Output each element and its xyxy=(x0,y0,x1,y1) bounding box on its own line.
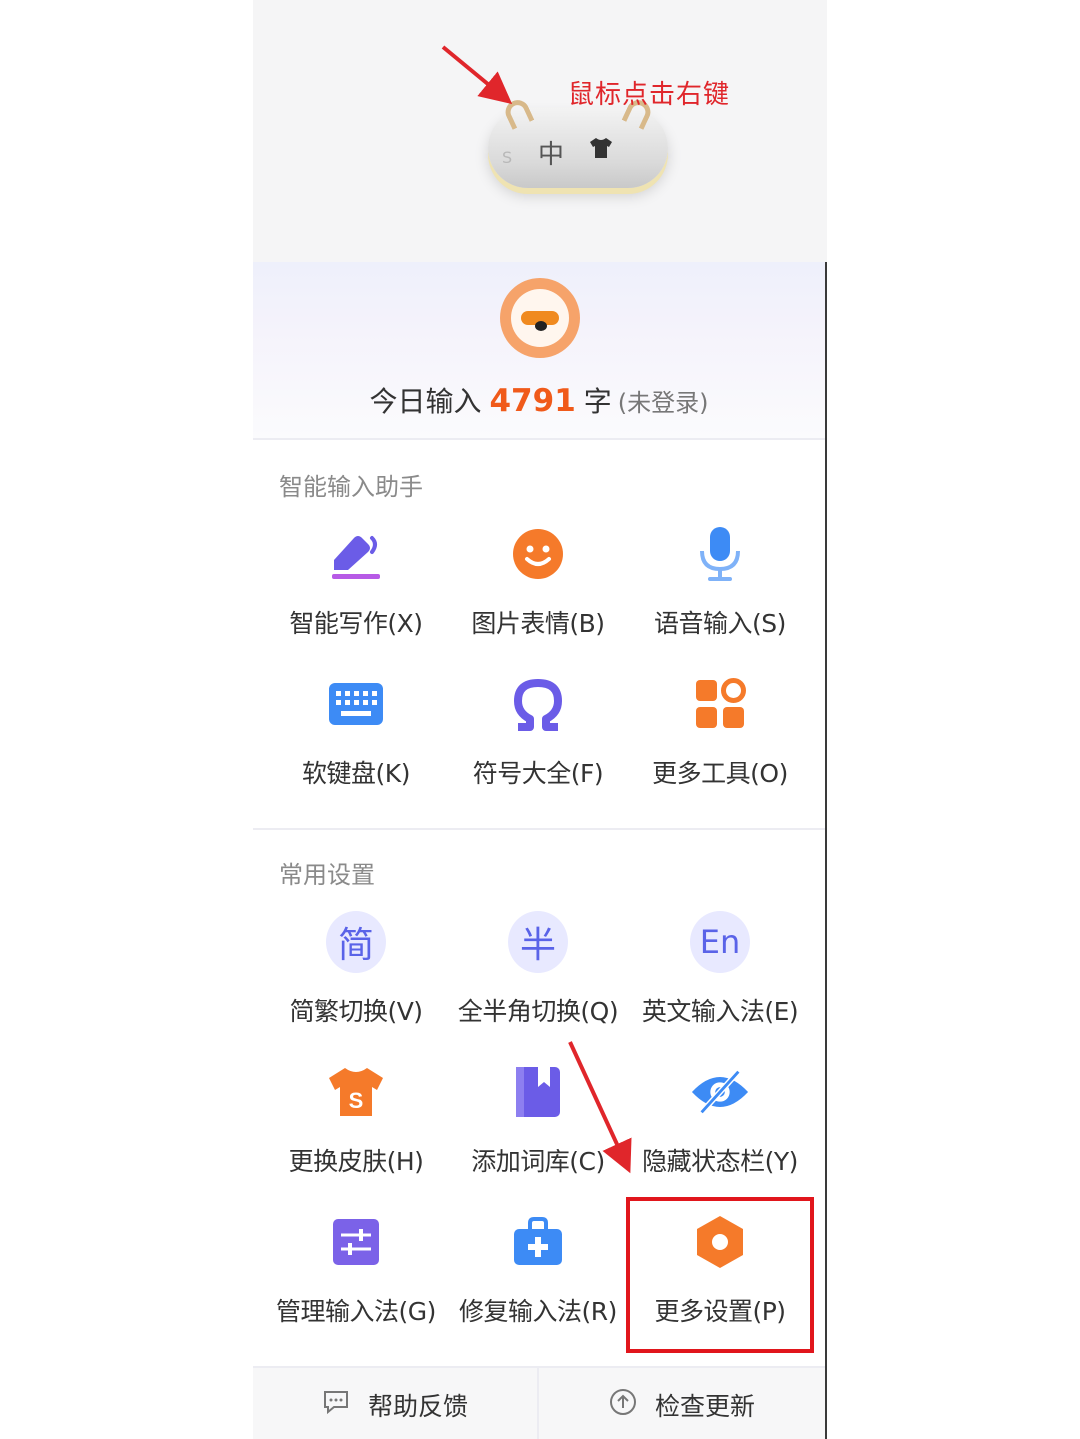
menu-item-english-input[interactable]: En 英文输入法(E) xyxy=(625,911,815,1042)
microphone-icon xyxy=(690,524,750,584)
today-count: 4791 xyxy=(489,383,576,419)
menu-item-full-half-width[interactable]: 半 全半角切换(Q) xyxy=(443,911,633,1042)
help-feedback-label: 帮助反馈 xyxy=(367,1391,468,1421)
smiley-icon xyxy=(508,524,568,584)
upload-circle-icon xyxy=(609,1388,637,1422)
omega-icon xyxy=(508,674,568,734)
menu-item-manage-ime[interactable]: 管理输入法(G) xyxy=(261,1212,451,1342)
manage-sliders-icon xyxy=(326,1212,386,1272)
menu-item-symbols[interactable]: 符号大全(F) xyxy=(443,674,633,804)
dictionary-icon xyxy=(508,1062,568,1122)
avatar[interactable] xyxy=(500,278,580,358)
menu-item-label: 图片表情(B) xyxy=(471,609,605,638)
menu-item-simplified-traditional[interactable]: 简 简繁切换(V) xyxy=(261,911,451,1042)
check-update-label: 检查更新 xyxy=(654,1391,755,1421)
today-unit: 字 xyxy=(583,385,612,418)
menu-item-label: 英文输入法(E) xyxy=(641,997,799,1026)
menu-item-label: 修复输入法(R) xyxy=(459,1297,617,1326)
menu-item-voice-input[interactable]: 语音输入(S) xyxy=(625,524,815,654)
simplified-icon: 简 xyxy=(326,911,386,973)
menu-item-label: 添加词库(C) xyxy=(471,1147,605,1176)
menu-item-label: 更换皮肤(H) xyxy=(288,1147,424,1176)
skin-tshirt-icon: S xyxy=(326,1062,386,1122)
tshirt-icon[interactable] xyxy=(588,136,614,166)
help-feedback-button[interactable]: 帮助反馈 xyxy=(253,1368,539,1439)
hide-eye-icon xyxy=(690,1062,750,1122)
apps-grid-icon xyxy=(690,674,750,734)
login-status[interactable]: (未登录) xyxy=(618,389,709,417)
section-divider xyxy=(253,828,825,830)
chinese-mode-toggle[interactable]: 中 xyxy=(538,134,564,171)
ime-status-bar[interactable]: S 中 xyxy=(488,96,668,188)
right-click-annotation: 鼠标点击右键 xyxy=(568,80,731,110)
bottom-bar: 帮助反馈 检查更新 xyxy=(253,1366,825,1439)
avatar-nose xyxy=(535,321,547,331)
menu-item-label: 符号大全(F) xyxy=(472,759,604,788)
menu-item-soft-keyboard[interactable]: 软键盘(K) xyxy=(261,674,451,804)
menu-item-label: 隐藏状态栏(Y) xyxy=(642,1147,798,1176)
pen-icon xyxy=(326,524,386,584)
menu-item-hide-status-bar[interactable]: 隐藏状态栏(Y) xyxy=(625,1062,815,1192)
today-prefix: 今日输入 xyxy=(369,385,482,418)
menu-item-image-emoji[interactable]: 图片表情(B) xyxy=(443,524,633,654)
avatar-face xyxy=(511,289,569,347)
repair-kit-icon xyxy=(508,1212,568,1272)
check-update-button[interactable]: 检查更新 xyxy=(539,1368,825,1439)
menu-item-label: 语音输入(S) xyxy=(654,609,786,638)
menu-item-label: 全半角切换(Q) xyxy=(457,997,619,1026)
menu-item-smart-writing[interactable]: 智能写作(X) xyxy=(261,524,451,654)
section-title-settings: 常用设置 xyxy=(279,861,375,889)
menu-item-add-dictionary[interactable]: 添加词库(C) xyxy=(443,1062,633,1192)
english-icon: En xyxy=(690,911,750,973)
ime-logo-icon: S xyxy=(502,148,513,167)
halfwidth-icon: 半 xyxy=(508,911,568,973)
chat-bubble-icon xyxy=(322,1389,350,1421)
today-input-stat: 今日输入 4791 字 (未登录) xyxy=(253,380,825,420)
menu-item-label: 管理输入法(G) xyxy=(276,1297,436,1326)
keyboard-icon xyxy=(326,674,386,734)
menu-item-label: 软键盘(K) xyxy=(302,759,410,788)
menu-item-repair-ime[interactable]: 修复输入法(R) xyxy=(443,1212,633,1342)
menu-item-more-tools[interactable]: 更多工具(O) xyxy=(625,674,815,804)
menu-item-label: 更多工具(O) xyxy=(652,759,788,788)
section-title-assistant: 智能输入助手 xyxy=(279,473,423,501)
menu-item-label: 简繁切换(V) xyxy=(289,997,423,1026)
profile-header: 今日输入 4791 字 (未登录) xyxy=(253,262,825,440)
svg-text:S: S xyxy=(349,1088,364,1113)
menu-item-change-skin[interactable]: S 更换皮肤(H) xyxy=(261,1062,451,1192)
menu-item-label: 智能写作(X) xyxy=(289,609,423,638)
more-settings-highlight xyxy=(626,1197,814,1353)
